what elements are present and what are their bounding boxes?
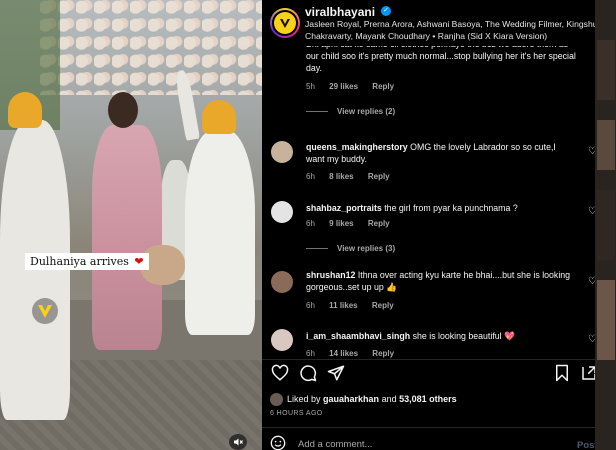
commenter-avatar[interactable]	[271, 329, 293, 351]
like-heart-icon[interactable]	[271, 364, 289, 382]
comment-username[interactable]: shahbaz_portraits	[306, 203, 382, 213]
comment-meta: 6h 9 likes Reply	[306, 219, 402, 228]
caption-text: Dulhaniya arrives	[30, 255, 129, 268]
heart-emoji: ❤	[134, 255, 144, 268]
mute-toggle-button[interactable]	[229, 434, 247, 450]
comment-meta: 6h 8 likes Reply	[306, 172, 402, 181]
liked-by-others[interactable]: 53,081 others	[399, 394, 457, 404]
post-video[interactable]: Dulhaniya arrives ❤	[0, 0, 262, 450]
person-right	[185, 130, 255, 335]
post-details-panel: viralbhayani ✓ Jasleen Royal, Prerna Aro…	[262, 0, 616, 450]
video-caption: Dulhaniya arrives ❤	[25, 253, 149, 270]
verified-badge-icon: ✓	[381, 6, 391, 16]
replies-line	[306, 248, 328, 250]
comment-time: 6h	[306, 219, 315, 228]
comment-text: queens_makingherstory OMG the lovely Lab…	[306, 142, 556, 164]
comment-text: shahbaz_portraits the girl from pyar ka …	[306, 203, 518, 213]
turban-right	[202, 100, 236, 134]
section-divider	[262, 359, 616, 360]
reply-button[interactable]: Reply	[368, 219, 390, 228]
audio-credits[interactable]: Jasleen Royal, Prerna Arora, Ashwani Bas…	[305, 18, 610, 42]
post-timestamp: 6 HOURS AGO	[270, 410, 323, 417]
comment-username[interactable]: shrushan12	[306, 270, 355, 280]
share-send-icon[interactable]	[327, 364, 345, 382]
reply-button[interactable]: Reply	[372, 82, 394, 91]
comment-time: 6h	[306, 301, 315, 310]
flower-canopy	[40, 0, 262, 95]
liked-by-user[interactable]: gauaharkhan	[323, 394, 379, 404]
post-action-bar	[262, 361, 616, 385]
comment-meta: 6h 11 likes Reply	[306, 301, 406, 310]
post-username[interactable]: viralbhayani	[305, 5, 375, 19]
post-header: viralbhayani ✓ Jasleen Royal, Prerna Aro…	[262, 0, 616, 46]
comment-meta: 5h 29 likes Reply	[306, 82, 406, 91]
next-post-preview[interactable]	[595, 0, 616, 450]
commenter-avatar[interactable]	[271, 141, 293, 163]
comment-likes[interactable]: 8 likes	[329, 172, 353, 181]
liked-by-summary[interactable]: Liked by gauaharkhan and 53,081 others	[270, 393, 610, 407]
viral-bhayani-logo-icon	[280, 19, 290, 28]
bride	[92, 125, 162, 350]
comments-list[interactable]: Bhi apni cat ko same cll clothes pehnaye…	[262, 46, 616, 360]
comment-likes[interactable]: 14 likes	[329, 349, 358, 358]
liker-avatar	[270, 393, 283, 406]
profile-avatar[interactable]	[270, 8, 300, 38]
reply-button[interactable]: Reply	[372, 349, 394, 358]
comment-likes[interactable]: 9 likes	[329, 219, 353, 228]
turban-left	[8, 92, 42, 128]
comment-username[interactable]: i_am_shaambhavi_singh	[306, 331, 410, 341]
speaker-muted-icon	[234, 438, 243, 446]
replies-line	[306, 111, 328, 113]
view-replies-button[interactable]: View replies (2)	[306, 107, 395, 116]
preview-block	[597, 120, 615, 170]
save-bookmark-icon[interactable]	[553, 364, 571, 382]
comment-bubble-icon[interactable]	[299, 364, 317, 382]
reply-button[interactable]: Reply	[368, 172, 390, 181]
watermark-logo-icon	[32, 298, 58, 324]
person-left	[0, 120, 70, 420]
comment-likes[interactable]: 11 likes	[329, 301, 357, 310]
preview-block	[597, 40, 615, 100]
reply-button[interactable]: Reply	[372, 301, 394, 310]
comment-text: i_am_shaambhavi_singh she is looking bea…	[306, 331, 516, 341]
add-comment-input[interactable]	[298, 439, 558, 450]
section-divider	[262, 427, 616, 428]
comment-text: shrushan12 Ithna over acting kyu karte h…	[306, 270, 571, 292]
commenter-avatar[interactable]	[271, 271, 293, 293]
preview-block	[597, 280, 615, 360]
commenter-avatar[interactable]	[271, 201, 293, 223]
comment-time: 5h	[306, 82, 315, 91]
comment-meta: 6h 14 likes Reply	[306, 349, 406, 358]
bride-head	[108, 92, 138, 128]
emoji-picker-icon[interactable]	[270, 435, 286, 450]
add-comment-bar: Post	[262, 430, 616, 450]
preview-block	[597, 190, 615, 260]
comment-username[interactable]: queens_makingherstory	[306, 142, 408, 152]
instagram-post-viewer: Dulhaniya arrives ❤ viralbhayani ✓ Jasle…	[0, 0, 616, 450]
comment-text: Bhi apni cat ko same cll clothes pehnaye…	[306, 46, 576, 73]
comment-likes[interactable]: 29 likes	[329, 82, 358, 91]
comment-time: 6h	[306, 349, 315, 358]
view-replies-button[interactable]: View replies (3)	[306, 244, 395, 253]
comment-time: 6h	[306, 172, 315, 181]
